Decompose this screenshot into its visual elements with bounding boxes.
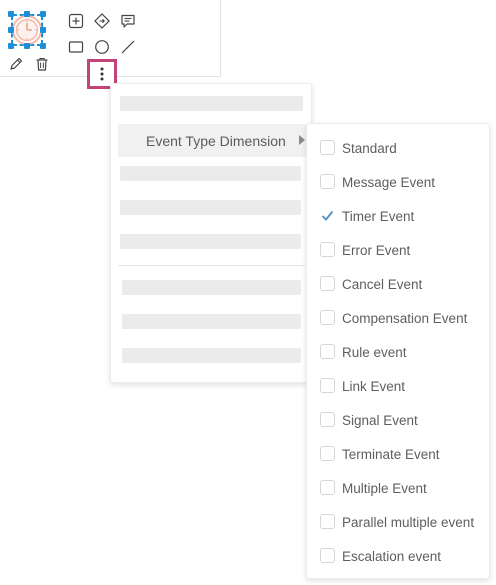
event-type-option-label: Cancel Event: [342, 276, 423, 292]
resize-handle[interactable]: [24, 11, 30, 17]
append-rectangle-button[interactable]: [67, 38, 85, 56]
resize-handle[interactable]: [8, 11, 14, 17]
append-task-button[interactable]: [67, 12, 85, 30]
checkbox[interactable]: [320, 140, 335, 155]
event-type-option-label: Link Event: [342, 378, 406, 394]
checkbox[interactable]: [320, 412, 335, 427]
rectangle-icon: [68, 41, 84, 53]
event-type-submenu: Standard Message Event Timer Event Error Ev…: [306, 123, 490, 579]
more-vertical-icon: [100, 67, 104, 81]
event-type-option[interactable]: Cancel Event: [307, 267, 491, 301]
checkbox[interactable]: [320, 276, 335, 291]
event-type-option-label: Multiple Event: [342, 480, 427, 496]
menu-item-placeholder[interactable]: [122, 280, 301, 295]
resize-handle[interactable]: [40, 43, 46, 49]
checkbox[interactable]: [320, 548, 335, 563]
menu-item-placeholder[interactable]: [120, 166, 301, 181]
checkbox[interactable]: [320, 514, 335, 529]
resize-handle[interactable]: [40, 11, 46, 17]
comment-icon: [121, 14, 135, 28]
timer-event-element[interactable]: [8, 11, 46, 49]
menu-item-placeholder[interactable]: [122, 314, 301, 329]
menu-item-event-type-dimension[interactable]: Event Type Dimension: [118, 124, 312, 157]
event-type-option-label: Timer Event: [342, 208, 415, 224]
event-type-option[interactable]: Compensation Event: [307, 301, 491, 335]
delete-button[interactable]: [33, 55, 51, 73]
resize-handle[interactable]: [40, 27, 46, 33]
caret-right-icon: [299, 135, 305, 145]
menu-item-placeholder[interactable]: [120, 200, 301, 215]
append-gateway-button[interactable]: [93, 12, 111, 30]
menu-item-label: Event Type Dimension: [146, 132, 286, 149]
checkbox[interactable]: [320, 344, 335, 359]
event-type-option[interactable]: Multiple Event: [307, 471, 491, 505]
gateway-icon: [94, 13, 110, 29]
event-type-option[interactable]: Link Event: [307, 369, 491, 403]
event-type-option[interactable]: Message Event: [307, 165, 491, 199]
event-type-option[interactable]: Rule event: [307, 335, 491, 369]
pencil-icon: [10, 57, 23, 70]
checkbox[interactable]: [320, 480, 335, 495]
event-type-option-label: Terminate Event: [342, 446, 440, 462]
menu-item-placeholder[interactable]: [122, 348, 301, 363]
checkbox[interactable]: [320, 174, 335, 189]
checkmark-icon[interactable]: [321, 209, 334, 222]
event-type-option-label: Signal Event: [342, 412, 418, 428]
event-type-option-label: Rule event: [342, 344, 407, 360]
checkbox[interactable]: [320, 310, 335, 325]
event-type-option[interactable]: Error Event: [307, 233, 491, 267]
append-annotation-button[interactable]: [119, 12, 137, 30]
event-type-option[interactable]: Standard: [307, 131, 491, 165]
menu-item-placeholder[interactable]: [120, 234, 301, 249]
plus-box-icon: [68, 13, 84, 29]
context-menu: Event Type Dimension: [110, 83, 312, 383]
event-type-option[interactable]: Escalation event: [307, 539, 491, 573]
line-icon: [121, 40, 135, 54]
connect-line-button[interactable]: [119, 38, 137, 56]
checkbox[interactable]: [320, 378, 335, 393]
menu-divider: [118, 265, 305, 266]
resize-handle[interactable]: [24, 43, 30, 49]
event-type-option-label: Standard: [342, 140, 397, 156]
event-type-option-label: Error Event: [342, 242, 411, 258]
resize-handle[interactable]: [8, 43, 14, 49]
trash-icon: [36, 57, 48, 71]
event-type-option[interactable]: Timer Event: [307, 199, 491, 233]
menu-item-placeholder[interactable]: [120, 96, 303, 111]
event-type-option-label: Message Event: [342, 174, 436, 190]
checkbox[interactable]: [320, 242, 335, 257]
checkbox[interactable]: [320, 446, 335, 461]
event-type-option[interactable]: Parallel multiple event: [307, 505, 491, 539]
event-type-option-label: Escalation event: [342, 548, 442, 564]
event-type-option-label: Compensation Event: [342, 310, 468, 326]
circle-icon: [95, 40, 109, 54]
event-type-option[interactable]: Terminate Event: [307, 437, 491, 471]
resize-handle[interactable]: [8, 27, 14, 33]
event-type-option[interactable]: Signal Event: [307, 403, 491, 437]
edit-button[interactable]: [7, 55, 25, 73]
append-circle-button[interactable]: [93, 38, 111, 56]
event-type-option-label: Parallel multiple event: [342, 514, 475, 530]
